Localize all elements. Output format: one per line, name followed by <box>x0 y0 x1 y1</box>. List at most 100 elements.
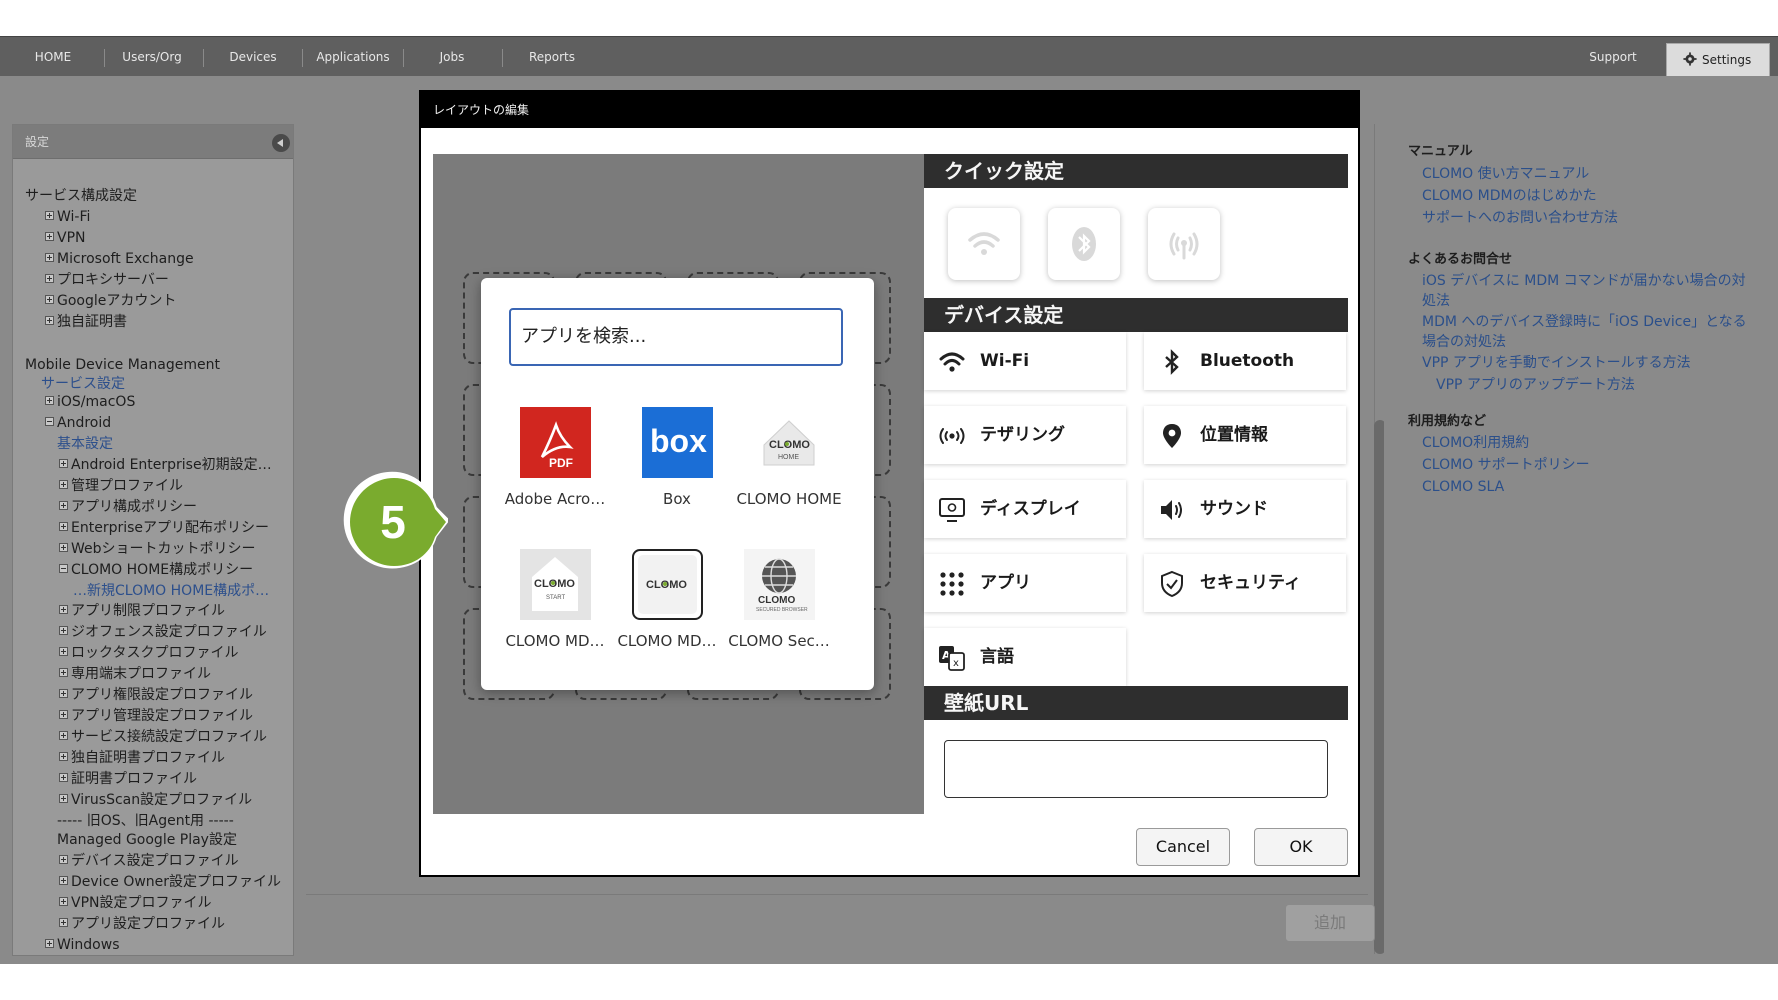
expand-icon[interactable] <box>59 794 68 803</box>
app-item-clomo-secured-browser[interactable]: CLOMO SECURED BROWSER CLOMO Sec… <box>723 549 835 650</box>
sidebar-tree-item[interactable]: …新規CLOMO HOME構成ポ… <box>73 581 269 602</box>
help-link[interactable]: CLOMO MDMのはじめかた <box>1422 186 1597 206</box>
tile-language[interactable]: Ax 言語 <box>924 628 1126 686</box>
nav-applications[interactable]: Applications <box>308 37 398 77</box>
expand-icon[interactable] <box>45 295 54 304</box>
expand-icon[interactable] <box>59 522 68 531</box>
sidebar-tree-item[interactable]: デバイス設定プロファイル <box>59 851 239 872</box>
sidebar-tree-item[interactable]: Android <box>45 413 111 434</box>
tile-bluetooth[interactable]: Bluetooth <box>1144 332 1346 390</box>
sidebar-tree-item[interactable]: アプリ構成ポリシー <box>59 497 197 518</box>
sidebar-tree-item[interactable]: ----- 旧OS、旧Agent用 ----- <box>57 811 234 832</box>
nav-support[interactable]: Support <box>1580 37 1646 77</box>
quick-wifi-toggle[interactable] <box>948 208 1020 280</box>
cancel-button[interactable]: Cancel <box>1136 828 1230 866</box>
help-link[interactable]: 場合の対処法 <box>1422 332 1506 352</box>
help-link[interactable]: 処法 <box>1422 291 1450 311</box>
sidebar-tree-item[interactable]: ジオフェンス設定プロファイル <box>59 622 267 643</box>
nav-reports[interactable]: Reports <box>512 37 592 77</box>
sidebar-tree-item[interactable]: Mobile Device Management <box>25 355 220 376</box>
expand-icon[interactable] <box>59 543 68 552</box>
sidebar-tree-item[interactable]: アプリ権限設定プロファイル <box>59 685 253 706</box>
sidebar-tree-item[interactable]: Android Enterprise初期設定… <box>59 455 272 476</box>
expand-icon[interactable] <box>59 897 68 906</box>
expand-icon[interactable] <box>45 232 54 241</box>
nav-home[interactable]: HOME <box>22 37 84 77</box>
tile-display[interactable]: ディスプレイ <box>924 480 1126 538</box>
expand-icon[interactable] <box>59 773 68 782</box>
tile-tethering[interactable]: テザリング <box>924 406 1126 464</box>
sidebar-tree-item[interactable]: サービス接続設定プロファイル <box>59 727 267 748</box>
help-link[interactable]: iOS デバイスに MDM コマンドが届かない場合の対 <box>1422 271 1746 291</box>
help-link[interactable]: CLOMO 使い方マニュアル <box>1422 164 1589 184</box>
expand-icon[interactable] <box>59 689 68 698</box>
expand-icon[interactable] <box>59 668 68 677</box>
expand-icon[interactable] <box>59 605 68 614</box>
sidebar-tree-item[interactable]: Windows <box>45 935 120 955</box>
sidebar-tree-item[interactable]: Microsoft Exchange <box>45 249 194 270</box>
wallpaper-url-input[interactable] <box>944 740 1328 798</box>
sidebar-tree-item[interactable]: アプリ制限プロファイル <box>59 601 225 622</box>
expand-icon[interactable] <box>59 647 68 656</box>
app-item-clomo-home[interactable]: CLOMO HOME CLOMO HOME <box>733 407 845 508</box>
tile-security[interactable]: セキュリティ <box>1144 554 1346 612</box>
expand-icon[interactable] <box>45 253 54 262</box>
sidebar-tree-item[interactable]: VirusScan設定プロファイル <box>59 790 252 811</box>
ok-button[interactable]: OK <box>1254 828 1348 866</box>
expand-icon[interactable] <box>45 939 54 948</box>
app-search-input[interactable]: アプリを検索... <box>509 308 843 366</box>
expand-icon[interactable] <box>45 211 54 220</box>
nav-users-org[interactable]: Users/Org <box>112 37 192 77</box>
sidebar-tree-item[interactable]: Device Owner設定プロファイル <box>59 872 281 893</box>
sidebar-tree-item[interactable]: プロキシサーバー <box>45 270 169 291</box>
tile-location[interactable]: 位置情報 <box>1144 406 1346 464</box>
collapse-icon[interactable] <box>59 564 68 573</box>
app-item-adobe-acrobat[interactable]: PDF Adobe Acro… <box>499 407 611 508</box>
sidebar-tree-item[interactable]: サービス構成設定 <box>25 186 137 207</box>
expand-icon[interactable] <box>59 626 68 635</box>
tile-wifi[interactable]: Wi-Fi <box>924 332 1126 390</box>
sidebar-tree-item[interactable]: アプリ設定プロファイル <box>59 914 225 935</box>
sidebar-tree-item[interactable]: VPN <box>45 228 86 249</box>
sidebar-tree-item[interactable]: 独自証明書 <box>45 312 127 333</box>
sidebar-tree-item[interactable]: CLOMO HOME構成ポリシー <box>59 560 253 581</box>
sidebar-tree-item[interactable]: Enterpriseアプリ配布ポリシー <box>59 518 269 539</box>
nav-jobs[interactable]: Jobs <box>412 37 492 77</box>
help-link[interactable]: CLOMO利用規約 <box>1422 433 1529 453</box>
expand-icon[interactable] <box>59 918 68 927</box>
expand-icon[interactable] <box>45 274 54 283</box>
sidebar-tree-item[interactable]: 証明書プロファイル <box>59 769 197 790</box>
sidebar-tree-item[interactable]: アプリ管理設定プロファイル <box>59 706 253 727</box>
expand-icon[interactable] <box>59 855 68 864</box>
sidebar-tree-item[interactable]: 独自証明書プロファイル <box>59 748 225 769</box>
expand-icon[interactable] <box>59 731 68 740</box>
tile-sound[interactable]: サウンド <box>1144 480 1346 538</box>
sidebar-tree-item[interactable]: Wi-Fi <box>45 207 90 228</box>
collapse-sidebar-icon[interactable] <box>272 134 290 152</box>
expand-icon[interactable] <box>59 480 68 489</box>
add-button[interactable]: 追加 <box>1285 904 1375 942</box>
nav-devices[interactable]: Devices <box>212 37 294 77</box>
help-link[interactable]: MDM へのデバイス登録時に「iOS Device」となる <box>1422 312 1747 332</box>
sidebar-tree-item[interactable]: 基本設定 <box>57 434 113 455</box>
tile-apps[interactable]: アプリ <box>924 554 1126 612</box>
sidebar-tree-item[interactable]: Googleアカウント <box>45 291 176 312</box>
sidebar-tree-item[interactable]: VPN設定プロファイル <box>59 893 212 914</box>
expand-icon[interactable] <box>59 752 68 761</box>
quick-bluetooth-toggle[interactable] <box>1048 208 1120 280</box>
quick-tethering-toggle[interactable] <box>1148 208 1220 280</box>
collapse-icon[interactable] <box>45 417 54 426</box>
app-item-clomo-start[interactable]: CLOMOSTART CLOMO MD… <box>499 549 611 650</box>
help-link[interactable]: サポートへのお問い合わせ方法 <box>1422 208 1618 228</box>
app-item-clomo-mdm[interactable]: CLOMO CLOMO MD… <box>611 549 723 650</box>
expand-icon[interactable] <box>45 316 54 325</box>
expand-icon[interactable] <box>45 396 54 405</box>
sidebar-tree-item[interactable]: 専用端末プロファイル <box>59 664 211 685</box>
nav-settings-tab[interactable]: Settings <box>1666 43 1770 77</box>
sidebar-tree-item[interactable]: iOS/macOS <box>45 392 135 413</box>
expand-icon[interactable] <box>59 459 68 468</box>
help-link[interactable]: VPP アプリを手動でインストールする方法 <box>1422 353 1691 373</box>
expand-icon[interactable] <box>59 876 68 885</box>
help-link[interactable]: CLOMO SLA <box>1422 477 1504 497</box>
sidebar-tree-item[interactable]: Webショートカットポリシー <box>59 539 256 560</box>
